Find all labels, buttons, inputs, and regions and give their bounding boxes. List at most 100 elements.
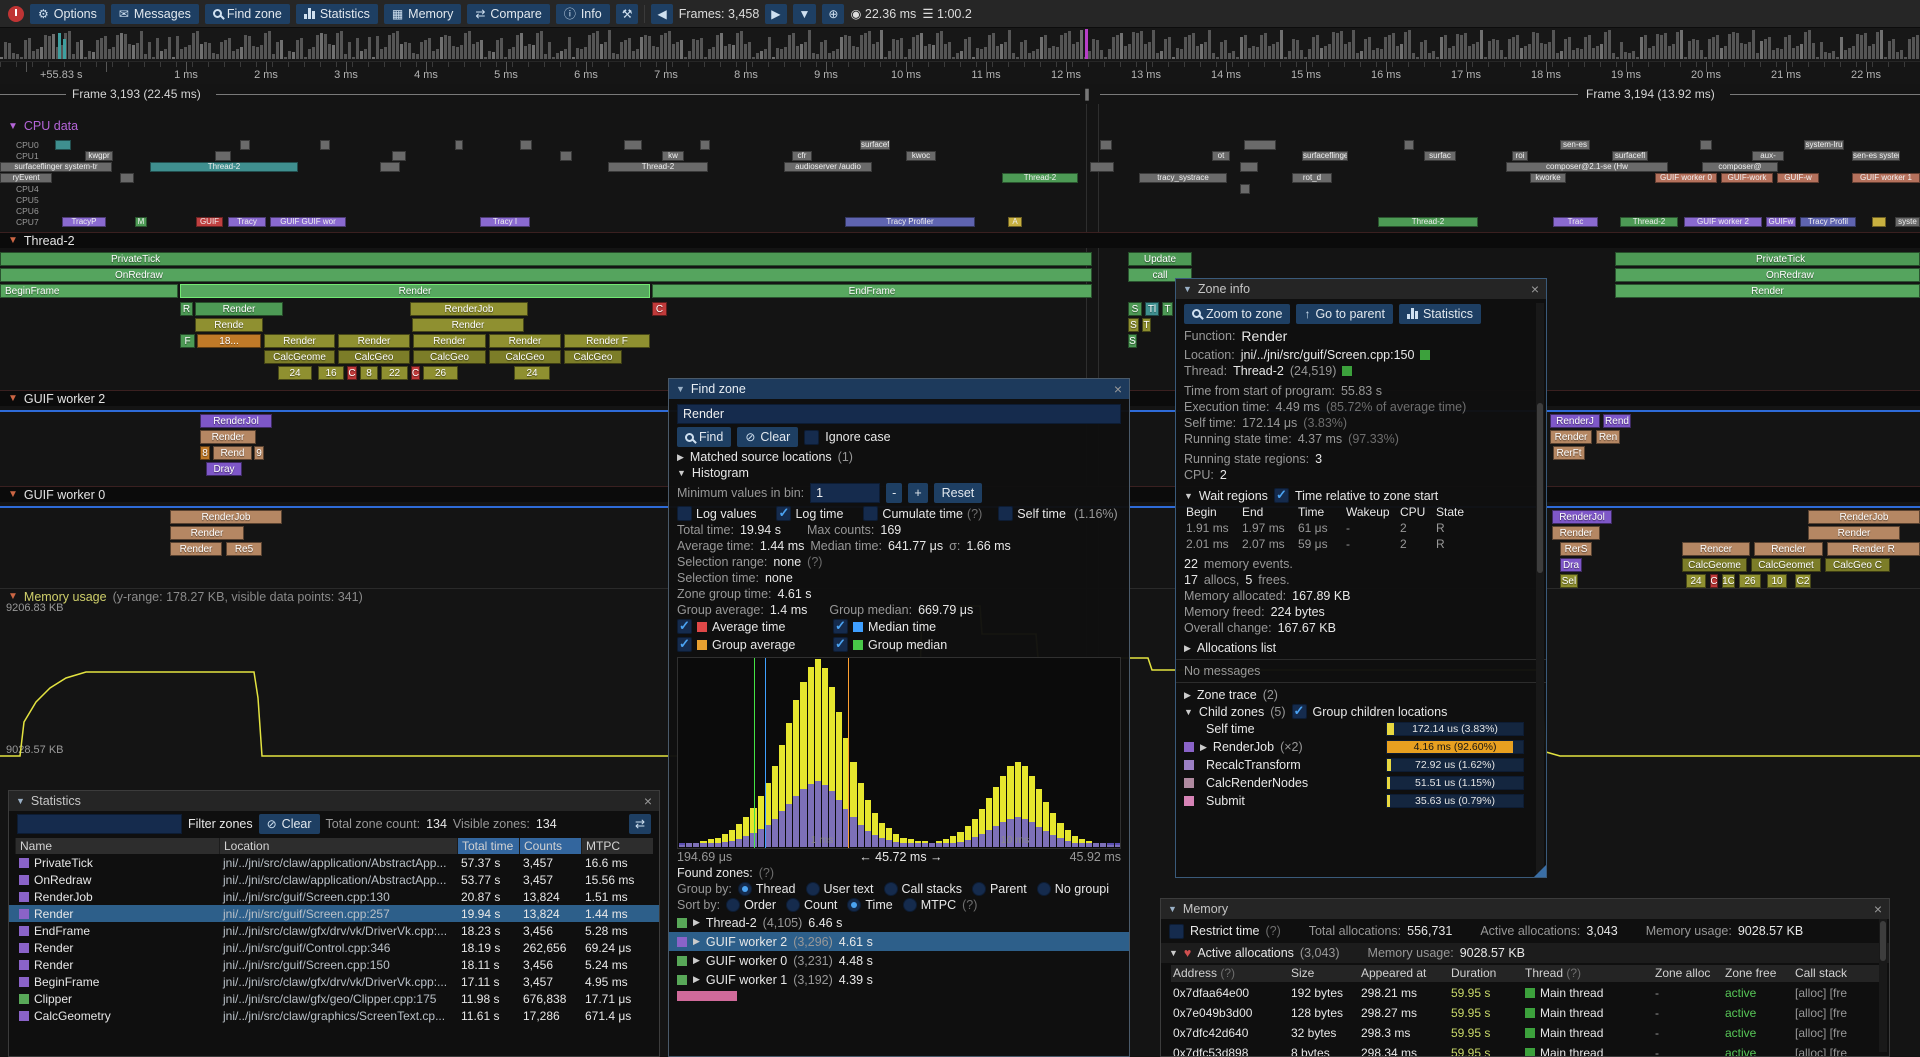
- timeline-zone[interactable]: CalcGeome: [1682, 558, 1747, 572]
- group-children-checkbox[interactable]: [1292, 704, 1307, 719]
- timeline-zone[interactable]: Dray: [206, 462, 242, 476]
- expand-icon[interactable]: ▶: [693, 974, 700, 985]
- histogram-option[interactable]: Log values: [677, 506, 764, 521]
- cpu-zone[interactable]: [1244, 140, 1276, 150]
- cpu-zone[interactable]: Tracy Profil: [1800, 217, 1856, 227]
- statistics-row[interactable]: Render jni/../jni/src/guif/Screen.cpp:15…: [9, 956, 659, 973]
- clear-button[interactable]: ⊘Clear: [737, 427, 798, 447]
- group-by-option[interactable]: No groupi: [1037, 882, 1109, 896]
- collapse-icon[interactable]: ▼: [1184, 491, 1193, 501]
- timeline-zone[interactable]: 18...: [197, 334, 261, 348]
- col-call-stack[interactable]: Call stack: [1793, 965, 1879, 982]
- collapse-icon[interactable]: ▼: [1168, 904, 1177, 914]
- collapse-icon[interactable]: ▼: [1183, 284, 1192, 294]
- cpu-zone[interactable]: tracy_systrace: [1139, 173, 1227, 183]
- cpu-zone[interactable]: [392, 151, 406, 161]
- timeline-zone[interactable]: Render: [338, 334, 410, 348]
- timeline-zone[interactable]: Render R: [1827, 542, 1920, 556]
- group-by-option[interactable]: Call stacks: [884, 882, 962, 896]
- col-duration[interactable]: Duration: [1449, 965, 1523, 982]
- timeline-zone[interactable]: CalcGeo: [489, 350, 561, 364]
- timeline-zone[interactable]: PrivateTick: [1615, 252, 1920, 266]
- timeline-zone[interactable]: C: [1710, 574, 1718, 588]
- col-size[interactable]: Size: [1289, 965, 1359, 982]
- find-zone-button[interactable]: Find zone: [205, 4, 290, 24]
- frame-menu-button[interactable]: ▼: [793, 4, 817, 24]
- timeline-zone[interactable]: RenderJob: [170, 510, 282, 524]
- cpu-zone[interactable]: kw: [662, 151, 684, 161]
- ignore-case-checkbox[interactable]: [804, 430, 819, 445]
- child-zone-row[interactable]: Self time 172.14 us (3.83%): [1176, 720, 1546, 738]
- cpu-zone[interactable]: [560, 151, 572, 161]
- cpu-zone[interactable]: roi: [1512, 151, 1528, 161]
- group-by-option[interactable]: Parent: [972, 882, 1027, 896]
- timeline-zone[interactable]: 24: [278, 366, 312, 380]
- col-location[interactable]: Location: [219, 838, 457, 854]
- cpu-zone[interactable]: [1240, 184, 1250, 194]
- histogram-option[interactable]: Log time: [776, 506, 851, 521]
- close-icon[interactable]: ×: [1531, 282, 1539, 296]
- timeline-zone[interactable]: BeginFrame: [0, 284, 178, 298]
- timeline-zone[interactable]: 22: [381, 366, 408, 380]
- collapse-icon[interactable]: ▼: [676, 384, 685, 394]
- prev-frame-button[interactable]: ◀: [651, 4, 672, 24]
- cpu-zone[interactable]: GUIF: [196, 217, 223, 227]
- matched-locations-header[interactable]: Matched source locations: [690, 450, 832, 464]
- memory-window-titlebar[interactable]: ▼Memory×: [1161, 899, 1889, 919]
- find-zone-search-input[interactable]: [677, 404, 1121, 424]
- timeline-zone[interactable]: OnRedraw: [1615, 268, 1920, 282]
- scrollbar-thumb[interactable]: [1880, 921, 1886, 961]
- cpu-zone[interactable]: Tracy: [228, 217, 266, 227]
- cpu-zone[interactable]: surfaceflinger system-tr: [0, 162, 112, 172]
- cpu-zone[interactable]: Tracy I: [480, 217, 530, 227]
- timeline-zone[interactable]: Dra: [1560, 558, 1582, 572]
- cpu-zone[interactable]: sen-es system-g: [1852, 151, 1900, 161]
- radio-icon[interactable]: [726, 898, 740, 912]
- col-thread[interactable]: Thread (?): [1523, 965, 1653, 982]
- expand-icon[interactable]: ▶: [1184, 643, 1191, 654]
- cpu-zone[interactable]: GUIF GUIF wor: [270, 217, 346, 227]
- timeline-zone[interactable]: F: [180, 334, 195, 348]
- cpu-zone[interactable]: GUIFw: [1766, 217, 1796, 227]
- statistics-row[interactable]: EndFrame jni/../jni/src/claw/gfx/drv/vk/…: [9, 922, 659, 939]
- reset-button[interactable]: Reset: [934, 483, 983, 503]
- bin-increase-button[interactable]: +: [908, 483, 927, 503]
- radio-icon[interactable]: [738, 882, 752, 896]
- zone-info-scrollbar[interactable]: [1536, 303, 1544, 873]
- cpu-zone[interactable]: rot_d: [1292, 173, 1332, 183]
- timeline-zone[interactable]: Render: [170, 542, 222, 556]
- collapse-icon[interactable]: ▼: [1169, 948, 1178, 958]
- timeline-zone[interactable]: Render: [1808, 526, 1900, 540]
- radio-icon[interactable]: [786, 898, 800, 912]
- radio-icon[interactable]: [847, 898, 861, 912]
- sort-by-option[interactable]: Order: [726, 898, 776, 912]
- timeline-zone[interactable]: 24: [1686, 574, 1706, 588]
- wait-region-row[interactable]: 1.91 ms1.97 ms61 μs-2R: [1176, 520, 1546, 536]
- close-icon[interactable]: ×: [644, 794, 652, 808]
- timeline-zone[interactable]: Rencer: [1682, 542, 1750, 556]
- child-zone-row[interactable]: ▶ RenderJob(×2) 4.16 ms (92.60%): [1176, 738, 1546, 756]
- source-color-swatch[interactable]: [1420, 350, 1430, 360]
- timeline-zone[interactable]: RerFt: [1553, 446, 1585, 460]
- close-icon[interactable]: ×: [1874, 902, 1882, 916]
- timeline-zone[interactable]: OnRedraw: [0, 268, 1092, 282]
- col-counts[interactable]: Counts: [519, 838, 581, 854]
- timeline-zone[interactable]: Render: [264, 334, 335, 348]
- zone-info-window-titlebar[interactable]: ▼Zone info×: [1176, 279, 1546, 299]
- found-zone-group[interactable]: ▶ Thread-2(4,105)6.46 s: [669, 913, 1129, 932]
- timeline-zone[interactable]: RenderJob: [1808, 510, 1920, 524]
- statistics-row[interactable]: Render jni/../jni/src/guif/Control.cpp:3…: [9, 939, 659, 956]
- cpu-zone[interactable]: [120, 173, 134, 183]
- timeline-zone[interactable]: 8: [200, 446, 210, 460]
- group-by-option[interactable]: Thread: [738, 882, 796, 896]
- allocation-row[interactable]: 0x7dfaa64e00 192 bytes 298.21 ms 59.95 s…: [1161, 983, 1889, 1003]
- cpu-zone[interactable]: surfacefl: [1612, 151, 1648, 161]
- option-checkbox[interactable]: [776, 506, 791, 521]
- thread-color-swatch[interactable]: [1342, 366, 1352, 376]
- sort-by-option[interactable]: Time: [847, 898, 892, 912]
- radio-icon[interactable]: [884, 882, 898, 896]
- cpu-zone[interactable]: M: [135, 217, 147, 227]
- cpu-data-header[interactable]: CPU data: [24, 119, 78, 133]
- cpu-zone[interactable]: surfac: [1424, 151, 1456, 161]
- restrict-time-checkbox[interactable]: [1169, 924, 1184, 939]
